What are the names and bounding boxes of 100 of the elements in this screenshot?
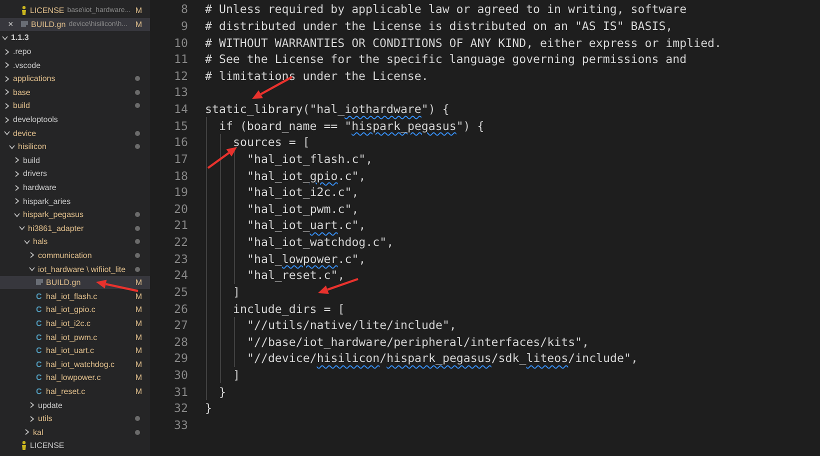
folder-item[interactable]: base xyxy=(0,86,150,100)
line-number: 17 xyxy=(173,152,188,166)
folder-item[interactable]: hals xyxy=(0,235,150,249)
code-line: "hal_iot_i2c.c", xyxy=(247,185,359,200)
folder-item[interactable]: hi3861_adapter xyxy=(0,222,150,236)
status-letter: M xyxy=(135,332,142,342)
chevron-right-icon xyxy=(14,170,20,177)
status-letter: M xyxy=(135,346,142,356)
line-number: 18 xyxy=(173,168,188,183)
folder-item[interactable]: hisilicon xyxy=(0,140,150,154)
file-item[interactable]: C hal_iot_uart.c M xyxy=(0,344,150,358)
folder-item[interactable]: build xyxy=(0,154,150,168)
annotation-arrow xyxy=(207,147,237,169)
code-line: if (board_name == "hispark_pegasus") { xyxy=(219,118,484,133)
file-item[interactable]: C hal_iot_watchdog.c M xyxy=(0,357,150,372)
file-item[interactable]: C hal_reset.c M xyxy=(0,384,150,398)
code-line: sources = [ xyxy=(233,135,310,150)
line-number: 23 xyxy=(173,252,188,266)
folder-item[interactable]: applications xyxy=(0,72,150,86)
file-item[interactable]: C hal_iot_i2c.c M xyxy=(0,316,150,330)
modified-dot xyxy=(135,76,140,82)
folder-item[interactable]: drivers xyxy=(0,167,150,181)
folder-item[interactable]: communication xyxy=(0,248,150,262)
folder-name: hispark_pegasus xyxy=(23,210,84,220)
file-name: hal_iot_uart.c xyxy=(46,346,94,356)
code-line: # WITHOUT WARRANTIES OR CONDITIONS OF ANY KIND, either express or implied. xyxy=(205,36,722,50)
line-number: 25 xyxy=(173,284,188,299)
line-number: 10 xyxy=(173,36,188,50)
code-line: # See the License for the specific language governing permissions and xyxy=(205,52,687,66)
code-line: "//device/hisilicon/hispark_pegasus/sdk_liteos/include", xyxy=(247,351,638,366)
file-name: hal_reset.c xyxy=(46,386,86,396)
line-number: 11 xyxy=(173,52,188,66)
close-icon[interactable]: × xyxy=(8,20,14,29)
c-file-icon: C xyxy=(36,346,43,356)
folder-item[interactable]: hispark_pegasus xyxy=(0,208,150,222)
file-item[interactable]: C hal_iot_flash.c M xyxy=(0,289,150,304)
folder-item[interactable]: utils xyxy=(0,412,150,426)
folder-name: developtools xyxy=(13,115,58,124)
status-letter: M xyxy=(135,20,142,29)
status-letter: M xyxy=(135,318,142,328)
folder-name: update xyxy=(38,400,62,410)
file-name: hal_iot_i2c.c xyxy=(46,318,90,328)
code-line: "hal_iot_uart.c", xyxy=(247,218,366,232)
code-line: "hal_iot_gpio.c", xyxy=(247,168,366,183)
folder-name: hispark_aries xyxy=(23,196,71,206)
folder-item[interactable]: update xyxy=(0,398,150,412)
chevron-down-icon xyxy=(14,212,20,218)
person-icon xyxy=(21,6,27,16)
chevron-right-icon xyxy=(14,157,20,164)
modified-dot xyxy=(135,144,140,150)
folder-item[interactable]: hardware xyxy=(0,180,150,194)
chevron-right-icon xyxy=(4,76,10,82)
chevron-down-icon xyxy=(2,34,8,41)
code-line: include_dirs = [ xyxy=(233,302,345,316)
modified-dot xyxy=(135,430,140,435)
c-file-icon: C xyxy=(36,305,43,314)
file-item[interactable]: C hal_iot_gpio.c M xyxy=(0,303,150,317)
folder-item[interactable]: device xyxy=(0,126,150,140)
folder-name: hals xyxy=(33,237,48,246)
code-line: ] xyxy=(233,368,240,382)
chevron-right-icon xyxy=(4,116,10,123)
code-line: # Unless required by applicable law or agreed to in writing, software xyxy=(205,2,687,16)
file-name: hal_lowpower.c xyxy=(46,373,101,382)
chevron-down-icon xyxy=(29,266,35,272)
c-file-icon: C xyxy=(36,360,43,369)
folder-item[interactable]: build xyxy=(0,99,150,113)
folder-item[interactable]: kal xyxy=(0,425,150,439)
file-name: hal_iot_watchdog.c xyxy=(46,360,114,369)
folder-item[interactable]: developtools xyxy=(0,112,150,126)
folder-name: .vscode xyxy=(13,60,41,70)
code-line: "//utils/native/lite/include", xyxy=(247,318,456,332)
code-line: # distributed under the License is distributed on an "AS IS" BASIS, xyxy=(205,18,673,33)
file-name: hal_iot_pwm.c xyxy=(46,332,98,342)
file-item[interactable]: LICENSE xyxy=(0,439,150,453)
folder-item[interactable]: .vscode xyxy=(0,58,150,72)
file-name: hal_iot_gpio.c xyxy=(46,305,96,314)
folder-item[interactable]: iot_hardware \ wifiiot_lite xyxy=(0,262,150,276)
c-file-icon: C xyxy=(36,318,43,328)
chevron-right-icon xyxy=(29,416,35,422)
line-number: 24 xyxy=(173,268,188,282)
line-number: 28 xyxy=(173,334,188,349)
workspace-folder[interactable]: 1.1.3 xyxy=(0,31,150,45)
folder-item[interactable]: hispark_aries xyxy=(0,194,150,208)
file-name: LICENSE xyxy=(30,441,64,450)
code-line: static_library("hal_iothardware") { xyxy=(205,102,450,116)
file-item[interactable]: BUILD.gn M xyxy=(0,276,150,290)
code-line: ] xyxy=(233,284,240,299)
folder-item[interactable]: .repo xyxy=(0,44,150,58)
line-number: 8 xyxy=(180,2,188,16)
file-item[interactable]: C hal_lowpower.c M xyxy=(0,371,150,385)
workspace-name: 1.1.3 xyxy=(11,33,29,42)
lines-file-icon xyxy=(36,279,43,286)
modified-dot xyxy=(135,416,140,422)
file-item[interactable]: C hal_iot_pwm.c M xyxy=(0,330,150,344)
chevron-right-icon xyxy=(29,252,35,258)
modified-dot xyxy=(135,130,140,136)
c-file-icon: C xyxy=(36,373,43,382)
line-number: 13 xyxy=(173,85,188,100)
folder-name: communication xyxy=(38,250,92,260)
code-line: # limitations under the License. xyxy=(205,68,428,83)
